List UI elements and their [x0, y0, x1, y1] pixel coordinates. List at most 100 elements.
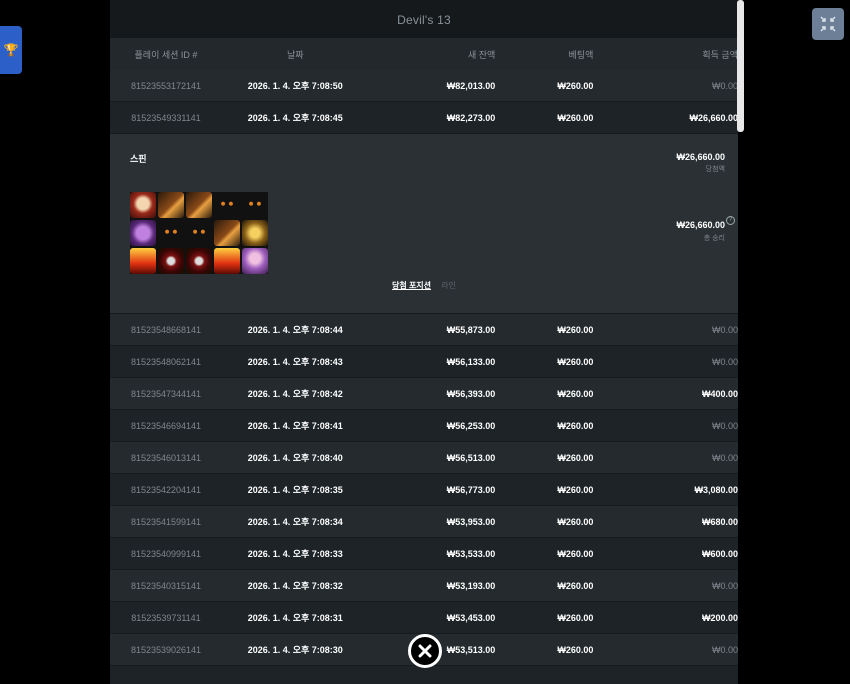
total-win-label: 총 승리 — [703, 235, 725, 242]
symbol-purple-icon — [130, 220, 156, 246]
help-icon[interactable]: ? — [726, 216, 735, 225]
table-row[interactable]: 81523540315141 2026. 1. 4. 오후 7:08:32 ₩53,… — [110, 570, 738, 602]
cell-session-id: 81523541599141 — [130, 516, 202, 527]
spin-detail: 스핀 ₩26,660.00 당첨액 ₩26,660.00 ? 총 승리 당첨 포… — [110, 134, 738, 314]
total-win-amount: ₩26,660.00 — [676, 220, 725, 230]
cell-balance: ₩56,133.00 — [446, 356, 496, 367]
cell-date: 2026. 1. 4. 오후 7:08:45 — [247, 113, 343, 123]
cell-bet: ₩260.00 — [557, 516, 594, 527]
cell-win: ₩26,660.00 — [689, 112, 738, 123]
cell-win: ₩0.00 — [711, 644, 738, 655]
tab-lines[interactable]: 라인 — [441, 281, 456, 290]
cell-date: 2026. 1. 4. 오후 7:08:33 — [247, 549, 343, 559]
table-row[interactable]: 81523539731141 2026. 1. 4. 오후 7:08:31 ₩53,… — [110, 602, 738, 634]
col-balance: 새 잔액 — [467, 49, 496, 60]
cell-balance: ₩53,533.00 — [446, 548, 496, 559]
trophy-tab[interactable]: 🏆 — [0, 26, 22, 74]
cell-balance: ₩53,453.00 — [446, 612, 496, 623]
close-icon — [418, 644, 432, 658]
cell-session-id: 81523548668141 — [130, 324, 202, 335]
cell-bet: ₩260.00 — [557, 548, 594, 559]
game-title: Devil's 13 — [110, 0, 738, 38]
table-row[interactable]: 81523546694141 2026. 1. 4. 오후 7:08:41 ₩56,… — [110, 410, 738, 442]
cell-bet: ₩260.00 — [557, 420, 594, 431]
cell-bet: ₩260.00 — [557, 356, 594, 367]
symbol-gold-icon — [242, 220, 268, 246]
cell-date: 2026. 1. 4. 오후 7:08:30 — [247, 645, 343, 655]
cell-win: ₩400.00 — [701, 388, 738, 399]
cell-date: 2026. 1. 4. 오후 7:08:35 — [247, 485, 343, 495]
cell-balance: ₩82,013.00 — [446, 80, 496, 91]
table-row[interactable]: 81523542204141 2026. 1. 4. 오후 7:08:35 ₩56,… — [110, 474, 738, 506]
cell-balance: ₩56,513.00 — [446, 452, 496, 463]
cell-bet: ₩260.00 — [557, 612, 594, 623]
cell-bet: ₩260.00 — [557, 452, 594, 463]
table-row[interactable]: 81523549331141 2026. 1. 4. 오후 7:08:45 ₩82,… — [110, 102, 738, 134]
cell-session-id: 81523540315141 — [130, 580, 202, 591]
symbol-cat-icon — [186, 220, 212, 246]
cell-date: 2026. 1. 4. 오후 7:08:44 — [247, 325, 343, 335]
scrollbar-thumb[interactable] — [737, 0, 744, 132]
cell-session-id: 81523548062141 — [130, 356, 202, 367]
col-session-id: 플레이 세션 ID # — [134, 49, 198, 60]
cell-balance: ₩53,953.00 — [446, 516, 496, 527]
table-row[interactable]: 81523553172141 2026. 1. 4. 오후 7:08:50 ₩82,… — [110, 70, 738, 102]
cell-win: ₩0.00 — [711, 420, 738, 431]
table-row[interactable]: 81523548062141 2026. 1. 4. 오후 7:08:43 ₩56,… — [110, 346, 738, 378]
cell-session-id: 81523553172141 — [130, 80, 202, 91]
cell-bet: ₩260.00 — [557, 644, 594, 655]
cell-date: 2026. 1. 4. 오후 7:08:31 — [247, 613, 343, 623]
collapse-fullscreen-icon — [820, 16, 836, 32]
tab-win-positions[interactable]: 당첨 포지션 — [392, 281, 431, 290]
cell-balance: ₩82,273.00 — [446, 112, 496, 123]
cell-balance: ₩55,873.00 — [446, 324, 496, 335]
cell-balance: ₩53,193.00 — [446, 580, 496, 591]
cell-date: 2026. 1. 4. 오후 7:08:41 — [247, 421, 343, 431]
close-button[interactable] — [408, 634, 442, 668]
symbol-cat-icon — [214, 192, 240, 218]
cell-session-id: 81523539731141 — [131, 612, 201, 623]
cell-session-id: 81523539026141 — [130, 644, 202, 655]
col-date: 날짜 — [286, 49, 304, 60]
trophy-icon: 🏆 — [3, 43, 19, 57]
collapse-fullscreen-button[interactable] — [812, 8, 844, 40]
symbol-girl-icon — [242, 248, 268, 274]
cell-bet: ₩260.00 — [557, 388, 594, 399]
col-bet: 베팅액 — [568, 49, 594, 60]
symbol-bell-icon — [214, 220, 240, 246]
table-row[interactable]: 81523548668141 2026. 1. 4. 오후 7:08:44 ₩55,… — [110, 314, 738, 346]
cell-win: ₩0.00 — [711, 452, 738, 463]
cell-date: 2026. 1. 4. 오후 7:08:50 — [247, 81, 343, 91]
cell-balance: ₩56,393.00 — [446, 388, 496, 399]
history-panel: Devil's 13 플레이 세션 ID # 날짜 새 잔액 베팅액 획득 금액… — [110, 0, 738, 684]
cell-session-id: 81523540999141 — [130, 548, 202, 559]
detail-tabs: 당첨 포지션 라인 — [110, 280, 738, 291]
cell-balance: ₩56,773.00 — [446, 484, 496, 495]
table-row[interactable]: 81523547344141 2026. 1. 4. 오후 7:08:42 ₩56,… — [110, 378, 738, 410]
table-row[interactable]: 81523540999141 2026. 1. 4. 오후 7:08:33 ₩53,… — [110, 538, 738, 570]
cell-date: 2026. 1. 4. 오후 7:08:43 — [247, 357, 343, 367]
cell-win: ₩0.00 — [711, 324, 738, 335]
cell-win: ₩3,080.00 — [694, 484, 738, 495]
cell-session-id: 81523549331141 — [131, 112, 201, 123]
win-amount: ₩26,660.00 — [676, 152, 725, 162]
symbol-fire-icon — [214, 248, 240, 274]
cell-date: 2026. 1. 4. 오후 7:08:34 — [247, 517, 343, 527]
cell-bet: ₩260.00 — [557, 324, 594, 335]
cell-win: ₩0.00 — [711, 356, 738, 367]
cell-bet: ₩260.00 — [557, 580, 594, 591]
symbol-cat-icon — [158, 220, 184, 246]
table-row[interactable]: 81523546013141 2026. 1. 4. 오후 7:08:40 ₩56,… — [110, 442, 738, 474]
cell-session-id: 81523542204141 — [130, 484, 202, 495]
table-row[interactable]: 81523541599141 2026. 1. 4. 오후 7:08:34 ₩53,… — [110, 506, 738, 538]
cell-bet: ₩260.00 — [557, 80, 594, 91]
cell-bet: ₩260.00 — [557, 112, 594, 123]
symbol-ring-icon — [186, 248, 212, 274]
cell-win: ₩600.00 — [701, 548, 738, 559]
symbol-cat-icon — [242, 192, 268, 218]
cell-session-id: 81523546013141 — [130, 452, 202, 463]
symbol-ring-icon — [158, 248, 184, 274]
cell-session-id: 81523546694141 — [130, 420, 202, 431]
cell-date: 2026. 1. 4. 오후 7:08:42 — [247, 389, 343, 399]
cell-win: ₩200.00 — [701, 612, 738, 623]
